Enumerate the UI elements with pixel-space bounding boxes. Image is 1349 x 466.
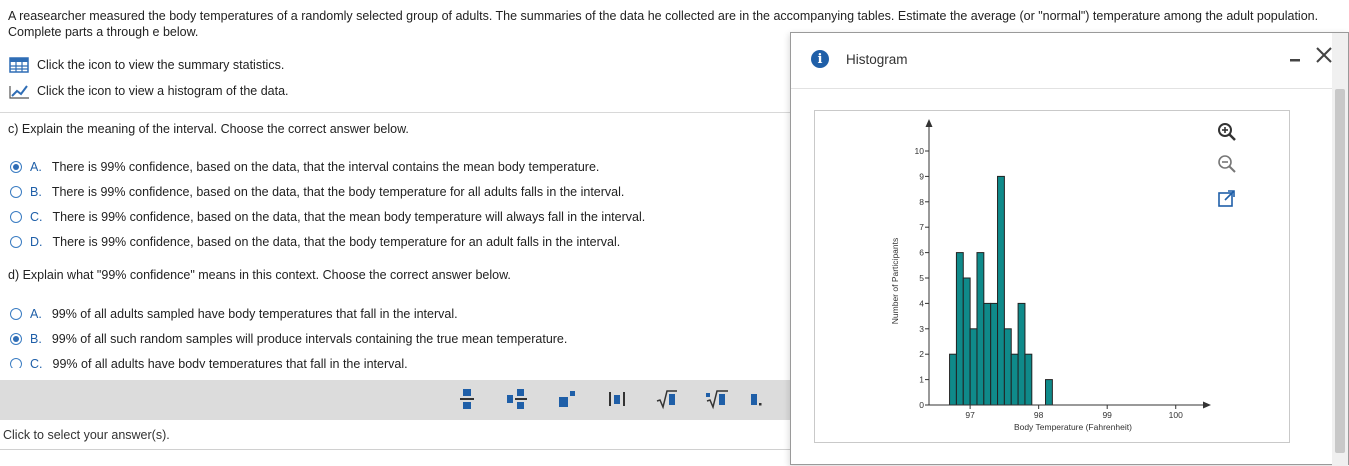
histogram-bar: [983, 302, 992, 406]
dialog-scrollbar-thumb[interactable]: [1335, 89, 1345, 453]
histogram-bar: [990, 302, 999, 406]
x-tick-label: 100: [1169, 410, 1183, 420]
scroll-clipped-area: C. 99% of all adults have body temperatu…: [0, 355, 790, 368]
exponent-button[interactable]: [553, 386, 581, 412]
histogram-bar: [1003, 328, 1012, 406]
absolute-value-icon: [609, 392, 625, 406]
option-letter: B.: [30, 185, 42, 199]
histogram-link-text[interactable]: Click the icon to view a histogram of th…: [37, 84, 289, 98]
option-letter: A.: [30, 307, 42, 321]
histogram-bar: [1045, 379, 1053, 406]
radio-selected-icon[interactable]: [10, 161, 22, 173]
histogram-dialog: i Histogram 0 1 2 3 4 5 6 7 8 9 10 97 98 99 100 Body …: [790, 32, 1349, 466]
histogram-bar: [997, 175, 1005, 406]
histogram-bar: [962, 277, 971, 406]
part-c-question: c) Explain the meaning of the interval. …: [8, 122, 409, 136]
radio-selected-icon[interactable]: [10, 333, 22, 345]
y-tick-label: 10: [915, 146, 925, 156]
histogram-bar: [955, 252, 964, 406]
status-text: Click to select your answer(s).: [3, 428, 170, 442]
math-toolbar: [0, 380, 790, 420]
y-tick-label: 3: [919, 324, 924, 334]
radio-icon[interactable]: [10, 358, 22, 368]
part-d-question: d) Explain what "99% confidence" means i…: [8, 268, 511, 282]
zoom-in-icon[interactable]: [1216, 121, 1238, 143]
part-c-option-c[interactable]: C. There is 99% confidence, based on the…: [10, 210, 645, 224]
zoom-out-icon[interactable]: [1216, 153, 1238, 175]
summary-statistics-link[interactable]: Click the icon to view the summary stati…: [8, 56, 284, 74]
histogram-bar: [1017, 302, 1026, 406]
histogram-bar: [1024, 353, 1033, 406]
option-letter: D.: [30, 235, 43, 249]
minimize-icon[interactable]: [1289, 54, 1301, 66]
part-d-option-c[interactable]: C. 99% of all adults have body temperatu…: [10, 357, 408, 368]
y-tick-label: 9: [919, 171, 924, 181]
x-tick-label: 99: [1102, 410, 1112, 420]
histogram-bar: [949, 353, 957, 406]
option-text: There is 99% confidence, based on the da…: [52, 210, 646, 224]
option-text: 99% of all adults sampled have body temp…: [51, 307, 458, 321]
part-d-option-b[interactable]: B. 99% of all such random samples will p…: [10, 332, 567, 346]
mixed-number-icon: [507, 389, 527, 409]
open-external-icon[interactable]: [1216, 188, 1238, 210]
option-text: There is 99% confidence, based on the da…: [51, 185, 625, 199]
y-tick-label: 0: [919, 400, 924, 410]
fraction-icon: [460, 389, 474, 409]
histogram-link[interactable]: Click the icon to view a histogram of th…: [8, 82, 289, 100]
y-tick-label: 1: [919, 375, 924, 385]
option-letter: C.: [30, 357, 43, 368]
dialog-header: i Histogram: [791, 33, 1348, 89]
summary-link-text[interactable]: Click the icon to view the summary stati…: [37, 58, 284, 72]
bottom-divider: [0, 449, 790, 450]
dialog-title: Histogram: [846, 52, 908, 67]
option-text: There is 99% confidence, based on the da…: [51, 160, 600, 174]
x-axis-arrow: [1203, 401, 1211, 409]
option-letter: C.: [30, 210, 43, 224]
option-text: 99% of all such random samples will prod…: [51, 332, 568, 346]
absolute-value-button[interactable]: [603, 386, 631, 412]
option-text: There is 99% confidence, based on the da…: [52, 235, 621, 249]
decimal-button[interactable]: [743, 386, 771, 412]
part-c-option-d[interactable]: D. There is 99% confidence, based on the…: [10, 235, 620, 249]
section-divider: [0, 112, 790, 113]
y-tick-label: 5: [919, 273, 924, 283]
square-root-button[interactable]: [653, 386, 681, 412]
histogram-bar: [976, 252, 985, 406]
y-axis-arrow: [925, 119, 933, 127]
radio-icon[interactable]: [10, 186, 22, 198]
x-tick-label: 98: [1034, 410, 1044, 420]
y-tick-label: 2: [919, 349, 924, 359]
y-tick-label: 8: [919, 197, 924, 207]
table-icon: [9, 57, 29, 73]
option-text: 99% of all adults have body temperatures…: [52, 357, 408, 368]
option-letter: B.: [30, 332, 42, 346]
line-chart-icon: [9, 85, 29, 99]
radio-icon[interactable]: [10, 211, 22, 223]
x-axis-label: Body Temperature (Fahrenheit): [1014, 422, 1132, 432]
y-tick-label: 4: [919, 298, 924, 308]
histogram-bar: [1010, 353, 1019, 406]
square-root-icon: [656, 390, 677, 410]
radio-icon[interactable]: [10, 236, 22, 248]
histogram-bar: [969, 328, 978, 406]
option-letter: A.: [30, 160, 42, 174]
nth-root-button[interactable]: [703, 386, 731, 412]
y-axis-label: Number of Participants: [890, 238, 900, 324]
y-tick-label: 7: [919, 222, 924, 232]
part-c-option-b[interactable]: B. There is 99% confidence, based on the…: [10, 185, 624, 199]
radio-icon[interactable]: [10, 308, 22, 320]
decimal-icon: [751, 394, 762, 406]
nth-root-icon: [706, 390, 728, 410]
part-c-option-a[interactable]: A. There is 99% confidence, based on the…: [10, 160, 599, 174]
part-d-option-a[interactable]: A. 99% of all adults sampled have body t…: [10, 307, 458, 321]
info-icon: i: [811, 50, 829, 68]
x-tick-label: 97: [965, 410, 975, 420]
exponent-icon: [559, 391, 575, 407]
mixed-number-button[interactable]: [503, 386, 531, 412]
y-tick-label: 6: [919, 248, 924, 258]
fraction-button[interactable]: [453, 386, 481, 412]
